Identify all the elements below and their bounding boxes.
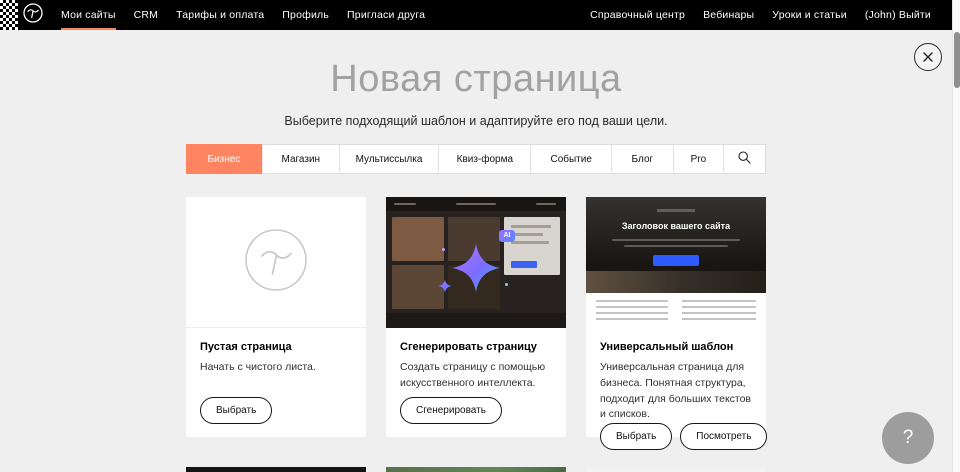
new-page-screen: Новая страница Выберите подходящий шабло… (0, 30, 952, 472)
checker-decor (0, 0, 18, 30)
card-title: Универсальный шаблон (600, 341, 752, 353)
page-subtitle: Выберите подходящий шаблон и адаптируйте… (0, 113, 952, 129)
ai-generate-preview: AI (386, 197, 566, 328)
nav-profile[interactable]: Профиль (282, 0, 329, 30)
card-title: Пустая страница (200, 341, 352, 353)
preview-paragraph (596, 300, 668, 321)
template-card-partial[interactable] (186, 467, 366, 472)
ai-dot (505, 283, 508, 286)
close-icon (923, 50, 933, 65)
nav-tariffs[interactable]: Тарифы и оплата (176, 0, 264, 30)
tab-shop[interactable]: Магазин (262, 145, 339, 173)
template-card-ai-generate[interactable]: AI Сгенерировать страницу Создать страни… (386, 197, 566, 437)
template-preview-partial (386, 467, 566, 472)
nav-lessons[interactable]: Уроки и статьи (772, 0, 847, 30)
template-card-universal[interactable]: Заголовок вашего сайта Универсальный шаб… (586, 197, 766, 437)
preview-text-section (586, 293, 766, 328)
nav-right-group: Справочный центр Вебинары Уроки и статьи… (581, 0, 952, 30)
preview-thumb (392, 217, 444, 261)
template-card-partial[interactable] (586, 467, 766, 472)
preview-text-line (624, 245, 728, 247)
choose-universal-button[interactable]: Выбрать (600, 423, 672, 450)
nav-crm[interactable]: CRM (134, 0, 159, 30)
nav-webinars[interactable]: Вебинары (703, 0, 754, 30)
tab-quiz-form[interactable]: Квиз-форма (438, 145, 530, 173)
template-grid: Пустая страница Начать с чистого листа. … (186, 197, 766, 472)
tilda-mark-icon (244, 228, 308, 297)
preview-paragraph (682, 300, 756, 321)
close-button[interactable] (914, 43, 942, 71)
preview-thumb (392, 265, 444, 309)
tab-blog[interactable]: Блог (611, 145, 673, 173)
tilda-logo[interactable] (22, 4, 44, 26)
nav-invite-friend[interactable]: Пригласи друга (347, 0, 425, 30)
preview-footer (386, 313, 566, 328)
preview-cta-button (653, 255, 699, 266)
template-category-tabs: Бизнес Магазин Мультиссылка Квиз-форма С… (186, 144, 766, 174)
scrollbar-thumb[interactable] (954, 32, 960, 88)
ai-mini-star-icon (438, 279, 452, 298)
preview-topbar (386, 197, 566, 211)
nav-logout[interactable]: (John) Выйти (865, 0, 931, 30)
template-card-partial[interactable] (386, 467, 566, 472)
blank-page-preview (186, 197, 366, 328)
nav-left-group: Мои сайты CRM Тарифы и оплата Профиль Пр… (52, 0, 434, 30)
top-navbar: Мои сайты CRM Тарифы и оплата Профиль Пр… (0, 0, 952, 30)
preview-heading: Заголовок вашего сайта (586, 221, 766, 231)
template-preview-partial (586, 467, 766, 472)
scrollbar[interactable] (952, 0, 960, 472)
tilda-logo-icon (22, 2, 44, 29)
ai-dot (442, 248, 445, 251)
card-title: Сгенерировать страницу (400, 341, 552, 353)
preview-tagline (657, 209, 695, 212)
card-description: Начать с чистого листа. (200, 360, 352, 376)
preview-hero: Заголовок вашего сайта (586, 197, 766, 293)
tab-search[interactable] (723, 145, 765, 173)
card-description: Универсальная страница для бизнеса. Поня… (600, 360, 752, 423)
preview-panel (504, 217, 560, 275)
search-icon (738, 151, 751, 167)
nav-my-sites[interactable]: Мои сайты (61, 0, 116, 30)
help-button[interactable]: ? (882, 412, 934, 464)
nav-help-center[interactable]: Справочный центр (590, 0, 685, 30)
tab-multilink[interactable]: Мультиссылка (339, 145, 439, 173)
preview-blue-button (511, 261, 537, 268)
ai-sparkle-icon: AI (450, 242, 502, 294)
view-universal-button[interactable]: Посмотреть (680, 423, 767, 450)
template-card-blank[interactable]: Пустая страница Начать с чистого листа. … (186, 197, 366, 437)
page-title: Новая страница (0, 56, 952, 102)
universal-template-preview: Заголовок вашего сайта (586, 197, 766, 328)
template-preview-partial (186, 467, 366, 472)
tab-event[interactable]: Событие (530, 145, 611, 173)
tab-pro[interactable]: Pro (673, 145, 723, 173)
ai-badge: AI (499, 230, 515, 242)
preview-text-line (612, 239, 740, 241)
choose-blank-button[interactable]: Выбрать (200, 397, 272, 424)
tab-business[interactable]: Бизнес (186, 144, 262, 174)
card-description: Создать страницу с помощью искусственног… (400, 360, 552, 392)
generate-button[interactable]: Сгенерировать (400, 397, 502, 424)
